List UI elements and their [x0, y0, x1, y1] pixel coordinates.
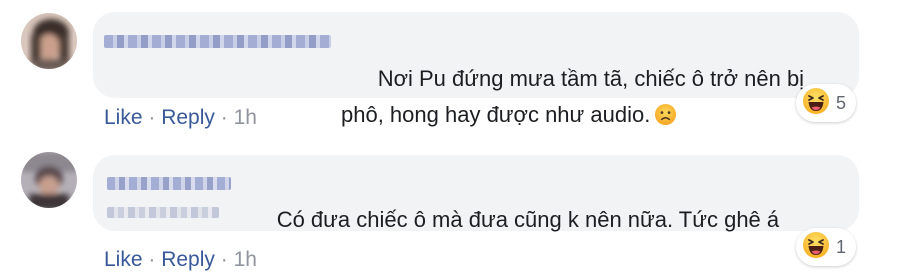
blurred-secondary-text	[107, 207, 219, 218]
comment-actions: Like · Reply · 1h	[104, 106, 257, 130]
avatar[interactable]	[21, 13, 77, 69]
reaction-count: 1	[836, 236, 847, 257]
comment-1: Nơi Pu đứng mưa tầm tã, chiếc ô trở nên …	[0, 0, 900, 140]
comment-bubble: Nơi Pu đứng mưa tầm tã, chiếc ô trở nên …	[93, 12, 859, 127]
separator: ·	[142, 248, 162, 271]
blurred-author-name[interactable]	[107, 177, 231, 190]
like-link[interactable]: Like	[104, 106, 143, 129]
timestamp[interactable]: 1h	[234, 106, 257, 129]
separator: ·	[214, 248, 234, 271]
comment-actions: Like · Reply · 1h	[104, 248, 257, 272]
comment-2: Có đưa chiếc ô mà đưa cũng k nên nữa. Tứ…	[0, 140, 900, 278]
timestamp[interactable]: 1h	[234, 248, 257, 271]
haha-emoji-icon	[802, 231, 830, 264]
blurred-avatar-image	[21, 152, 77, 208]
reaction-summary[interactable]: 5	[796, 84, 857, 122]
frowning-face-icon	[654, 101, 677, 126]
avatar[interactable]	[21, 152, 77, 208]
reaction-count: 5	[836, 92, 847, 113]
comment-bubble: Có đưa chiếc ô mà đưa cũng k nên nữa. Tứ…	[93, 155, 859, 232]
separator: ·	[142, 106, 162, 129]
blurred-avatar-image	[21, 13, 77, 69]
separator: ·	[214, 106, 234, 129]
like-link[interactable]: Like	[104, 248, 143, 271]
reaction-summary[interactable]: 1	[796, 228, 857, 266]
blurred-author-name[interactable]	[104, 35, 331, 48]
comment-text: Có đưa chiếc ô mà đưa cũng k nên nữa. Tứ…	[276, 207, 780, 232]
reply-link[interactable]: Reply	[161, 248, 215, 271]
haha-emoji-icon	[802, 87, 830, 120]
reply-link[interactable]: Reply	[161, 106, 215, 129]
